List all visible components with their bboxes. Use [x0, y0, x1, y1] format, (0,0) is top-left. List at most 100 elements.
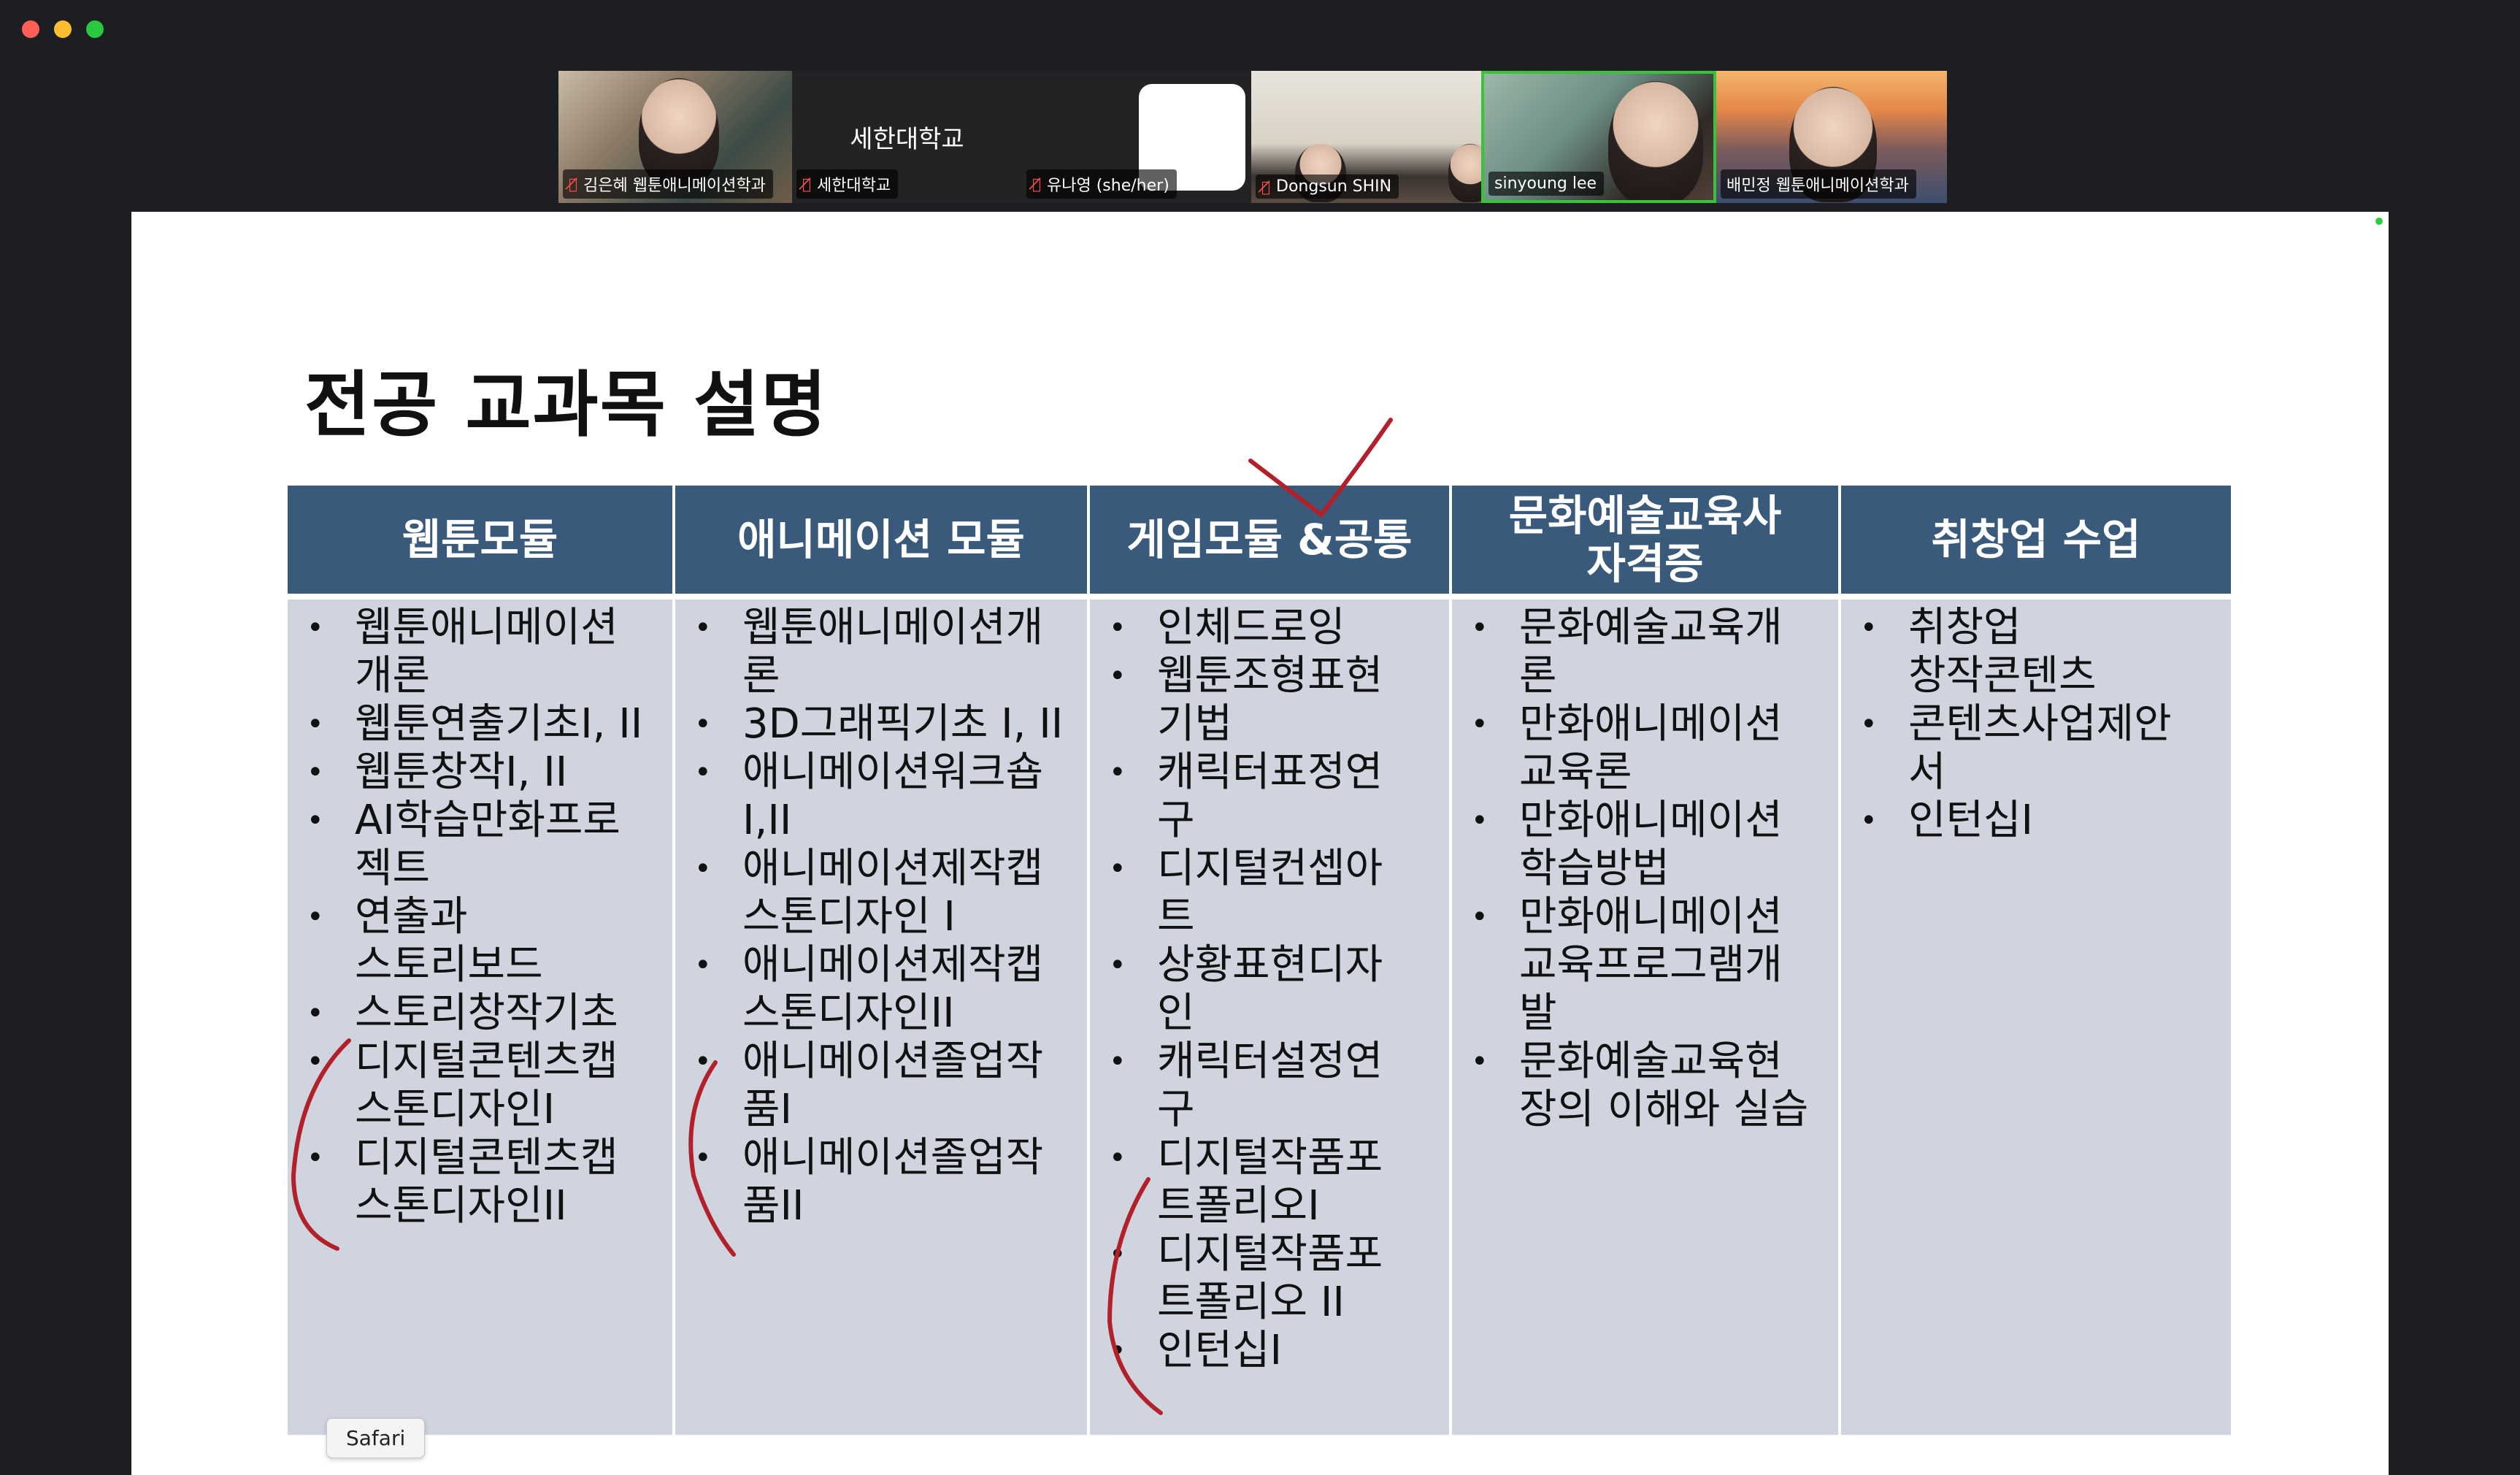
mic-off-icon: 🎙̸ [1032, 175, 1042, 193]
bullet-icon: • [1860, 611, 1878, 645]
course-list: • 웹툰애니메이션 개론 • 웹툰연출기초I, II • 웹툰창작I, II • AI학습만화… [301, 604, 665, 1230]
course-name: 웹툰애니메이션개 론 [742, 604, 1044, 700]
bullet-icon: • [307, 804, 324, 838]
participant-tile[interactable]: 세한대학교 🎙̸ 세한대학교 [792, 71, 1022, 203]
course-name: 문화예술교육현 장의 이해와 실습 [1519, 1038, 1809, 1133]
course-list: • 인체드로잉 • 웹툰조형표현 기법 • 캐릭터표정연 구 • 디지털컨셉아 트 • 상황표현디… [1103, 604, 1442, 1375]
bullet-icon: • [694, 852, 712, 886]
course-list: • 문화예술교육개 론 • 만화애니메이션 교육론 • 만화애니메이션 학습방법 • 만화애니… [1465, 604, 1831, 1134]
course-name: 웹툰애니메이션 개론 [355, 604, 618, 700]
course-name: 연출과 스토리보드 [355, 893, 543, 989]
column-body: • 웹툰애니메이션 개론 • 웹툰연출기초I, II • 웹툰창작I, II • AI학습만화… [288, 599, 672, 1435]
course-item: • 인체드로잉 [1103, 604, 1442, 652]
minimize-window-button[interactable] [54, 20, 72, 38]
course-item: • 만화애니메이션 학습방법 [1465, 797, 1831, 893]
bullet-icon: • [307, 756, 324, 789]
bullet-icon: • [307, 1141, 324, 1175]
course-item: • 상황표현디자 인 [1103, 941, 1442, 1038]
course-item: • 디지털컨셉아 트 [1103, 845, 1442, 941]
column-header: 웹툰모듈 [288, 486, 672, 599]
course-list: • 웹툰애니메이션개 론 • 3D그래픽기초 I, II • 애니메이션워크숍 I,II •… [688, 604, 1080, 1230]
bullet-icon: • [694, 708, 712, 741]
participant-tile[interactable]: 배민정 웹툰애니메이션학과 [1716, 71, 1947, 203]
participant-tile[interactable]: 🎙̸ Dongsun SHIN [1251, 71, 1481, 203]
course-name: 3D그래픽기초 I, II [742, 700, 1064, 748]
course-name: 만화애니메이션 학습방법 [1519, 797, 1783, 892]
course-item: • 웹툰애니메이션개 론 [688, 604, 1080, 700]
bullet-icon: • [1860, 804, 1878, 838]
bullet-icon: • [1109, 659, 1126, 693]
participant-tile[interactable]: 🎙̸ 유나영 (she/her) [1022, 71, 1251, 203]
course-name: 웹툰창작I, II [355, 748, 568, 796]
mic-off-icon: 🎙̸ [569, 175, 578, 193]
mic-off-icon: 🎙̸ [802, 175, 812, 193]
course-item: • 애니메이션워크숍 I,II [688, 748, 1080, 845]
participant-name-tag: sinyoung lee [1488, 172, 1605, 196]
bullet-icon: • [1471, 708, 1488, 741]
course-item: • 디지털작품포 트폴리오I [1103, 1134, 1442, 1230]
course-name: 디지털콘텐츠캡 스톤디자인I [355, 1038, 618, 1133]
bullet-icon: • [307, 708, 324, 741]
participant-video [1608, 81, 1703, 200]
participant-tile[interactable]: 🎙̸ 김은혜 웹툰애니메이션학과 [558, 71, 792, 203]
window-controls [22, 20, 104, 38]
bullet-icon: • [694, 1141, 712, 1175]
course-name: AI학습만화프로 젝트 [355, 797, 621, 892]
shared-screen-slide: 전공 교과목 설명 웹툰모듈 • 웹툰애니메이션 개론 • 웹툰연출기초I, II • 웹툰… [131, 212, 2389, 1475]
course-table: 웹툰모듈 • 웹툰애니메이션 개론 • 웹툰연출기초I, II • 웹툰창작I, II • AI… [288, 486, 2231, 1435]
course-item: • 웹툰연출기초I, II [301, 700, 665, 748]
column-body: • 인체드로잉 • 웹툰조형표현 기법 • 캐릭터표정연 구 • 디지털컨셉아 트 • 상황표현디… [1090, 599, 1449, 1435]
bullet-icon: • [307, 611, 324, 645]
course-name: 디지털작품포 트폴리오 II [1157, 1230, 1383, 1326]
bullet-icon: • [694, 949, 712, 982]
app-window: 🎙̸ 김은혜 웹툰애니메이션학과 세한대학교 🎙̸ 세한대학교 🎙̸ 유나영 (… [0, 0, 2520, 1475]
bullet-icon: • [1109, 1141, 1126, 1175]
participant-name-tag: 🎙̸ 김은혜 웹툰애니메이션학과 [563, 169, 773, 199]
column-body: • 취창업 창작콘텐츠 • 콘텐츠사업제안 서 • 인턴십I [1841, 599, 2231, 1435]
course-name: 디지털작품포 트폴리오I [1157, 1134, 1383, 1230]
course-item: • 애니메이션제작캡 스톤디자인 I [688, 845, 1080, 941]
participant-name: 유나영 (she/her) [1047, 177, 1169, 195]
course-name: 취창업 창작콘텐츠 [1908, 604, 2097, 700]
participant-tile-active-speaker[interactable]: sinyoung lee [1481, 71, 1716, 203]
course-item: • 웹툰창작I, II [301, 748, 665, 797]
course-name: 스토리창작기초 [355, 989, 618, 1037]
course-column: 웹툰모듈 • 웹툰애니메이션 개론 • 웹툰연출기초I, II • 웹툰창작I, II • AI… [288, 486, 675, 1435]
course-item: • 디지털콘텐츠캡 스톤디자인I [301, 1038, 665, 1134]
course-name: 애니메이션제작캡 스톤디자인 I [742, 845, 1044, 940]
course-name: 디지털컨셉아 트 [1157, 845, 1383, 940]
course-name: 애니메이션졸업작 품I [742, 1038, 1044, 1133]
bullet-icon: • [1471, 611, 1488, 645]
slide-title: 전공 교과목 설명 [304, 364, 829, 447]
course-item: • 캐릭터설정연 구 [1103, 1038, 1442, 1134]
mic-off-icon: 🎙̸ [1261, 177, 1271, 196]
bullet-icon: • [307, 900, 324, 934]
participant-name: 김은혜 웹툰애니메이션학과 [583, 177, 766, 195]
course-item: • 디지털작품포 트폴리오 II [1103, 1230, 1442, 1327]
bullet-icon: • [1109, 756, 1126, 789]
course-item: • 연출과 스토리보드 [301, 893, 665, 989]
participant-display-name: 세한대학교 [850, 125, 964, 154]
bullet-icon: • [694, 756, 712, 789]
course-item: • 애니메이션졸업작 품I [688, 1038, 1080, 1134]
course-item: • 인턴십I [1103, 1327, 1442, 1375]
course-item: • 웹툰애니메이션 개론 [301, 604, 665, 700]
bullet-icon: • [1109, 1334, 1126, 1368]
course-column: 게임모듈 &공통 • 인체드로잉 • 웹툰조형표현 기법 • 캐릭터표정연 구 • 디지털컨셉아… [1090, 486, 1452, 1435]
course-item: • 문화예술교육현 장의 이해와 실습 [1465, 1038, 1831, 1134]
course-name: 웹툰조형표현 기법 [1157, 652, 1383, 748]
course-name: 상황표현디자 인 [1157, 941, 1383, 1037]
course-column: 취창업 수업 • 취창업 창작콘텐츠 • 콘텐츠사업제안 서 • 인턴십I [1841, 486, 2231, 1435]
sharing-status-indicator [2375, 218, 2383, 225]
bullet-icon: • [1109, 949, 1126, 982]
bullet-icon: • [1109, 1238, 1126, 1271]
bullet-icon: • [1471, 804, 1488, 838]
course-item: • 문화예술교육개 론 [1465, 604, 1831, 700]
close-window-button[interactable] [22, 20, 39, 38]
course-item: • 만화애니메이션 교육론 [1465, 700, 1831, 797]
course-name: 애니메이션워크숍 I,II [742, 748, 1044, 844]
course-name: 인체드로잉 [1157, 604, 1345, 651]
course-name: 웹툰연출기초I, II [355, 700, 643, 748]
zoom-window-button[interactable] [86, 20, 104, 38]
course-column: 문화예술교육사 자격증 • 문화예술교육개 론 • 만화애니메이션 교육론 • 만화애니메이… [1452, 486, 1841, 1435]
